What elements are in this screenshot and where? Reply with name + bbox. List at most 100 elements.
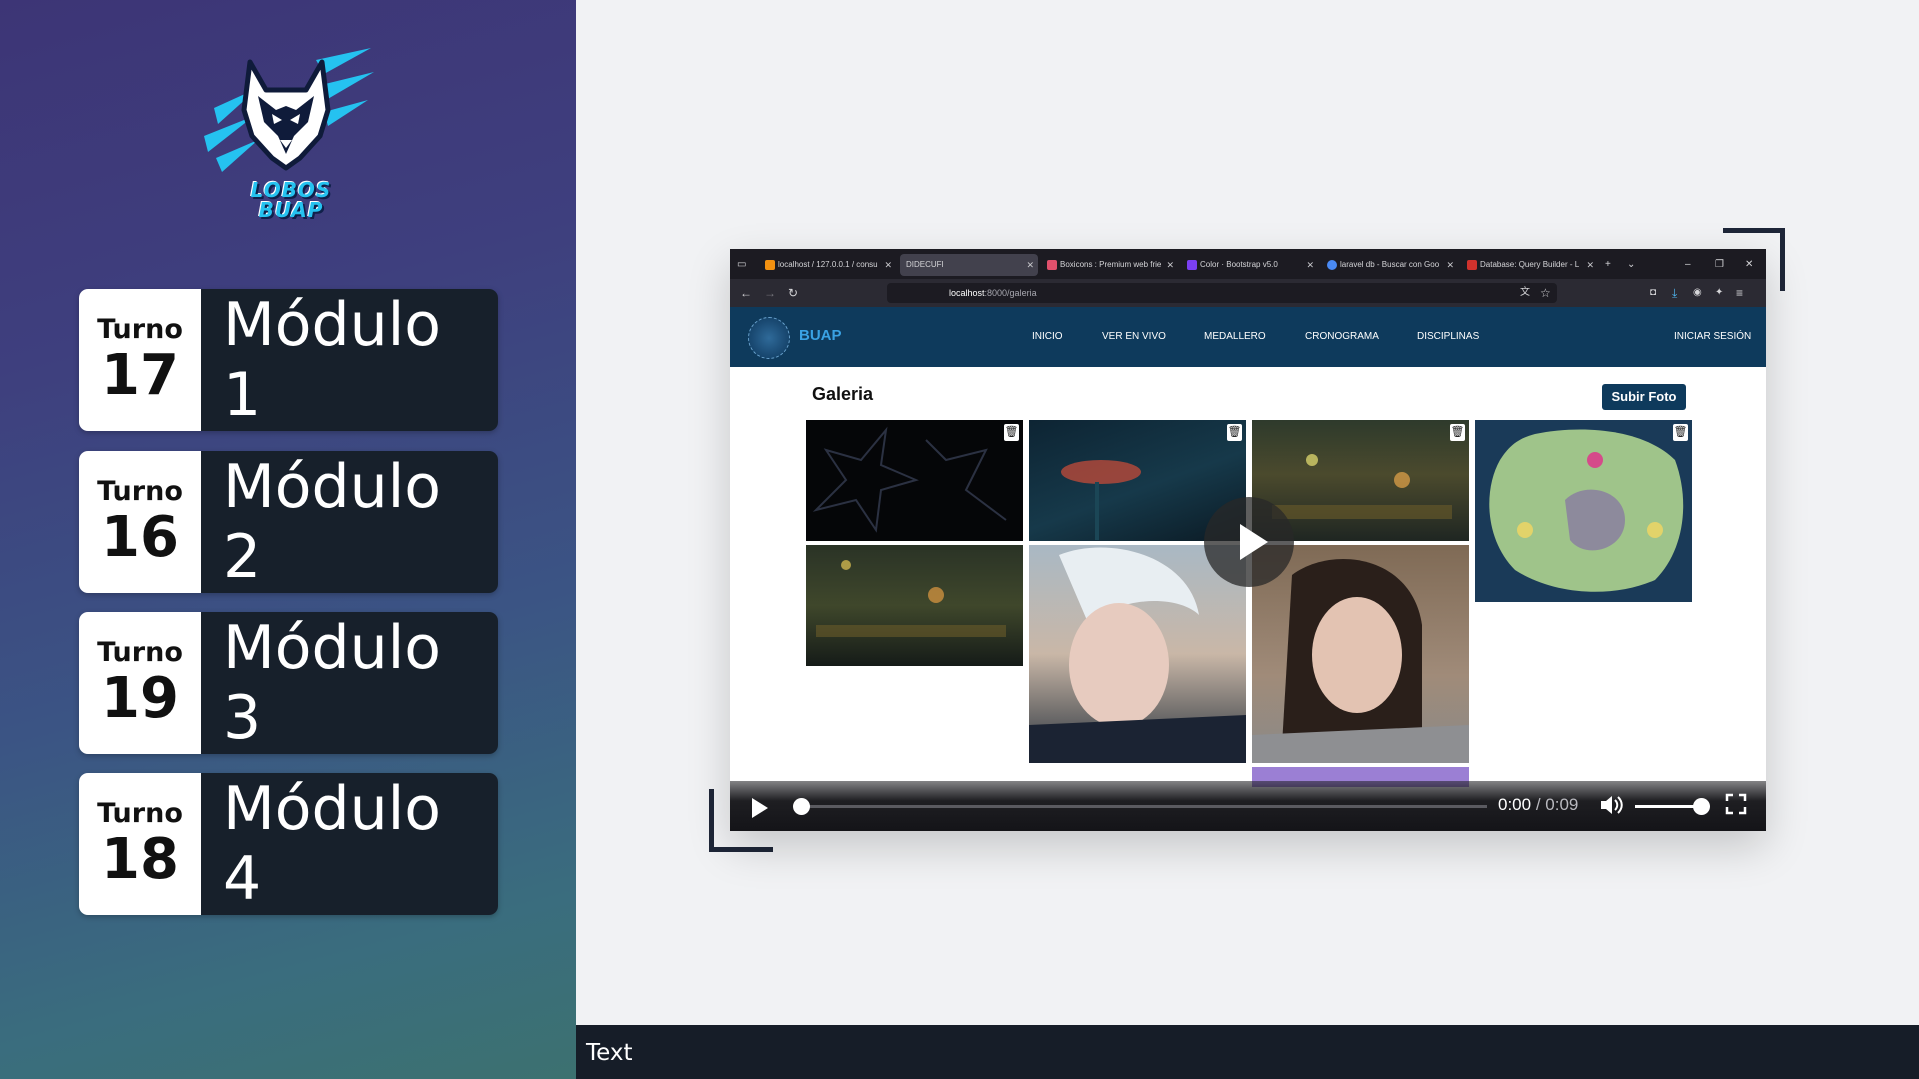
tab-title: Database: Query Builder - L [1480,260,1580,269]
bookmark-star-icon[interactable]: ☆ [1540,283,1551,303]
video-controls: 0:00 / 0:09 [730,781,1766,831]
tab-list-icon[interactable]: ▭ [737,254,746,276]
nav-link-disciplinas[interactable]: DISCIPLINAS [1417,331,1479,342]
browser-tab[interactable]: Database: Query Builder - L ✕ [1462,254,1598,276]
delete-trash-icon[interactable]: 🗑 [1673,424,1688,441]
page-title: Galeria [812,384,874,404]
close-icon[interactable]: ✕ [1026,254,1034,276]
turno-label: Turno [97,798,183,829]
wolf-head-icon [204,48,374,172]
duration: 0:09 [1545,795,1579,814]
close-icon[interactable]: ✕ [884,254,892,276]
browser-url-bar: ← → ↻ localhost:8000/galeria 文 ☆ ◘ ⤓ ◉ ✦… [730,279,1766,307]
volume-slider[interactable] [1635,798,1710,815]
volume-knob[interactable] [1693,798,1710,815]
portrait-photo-image [1029,547,1246,763]
address-field[interactable]: localhost:8000/galeria [887,283,1557,303]
time-separator: / [1535,795,1541,814]
turno-label: Turno [97,476,183,507]
module-card-3[interactable]: Turno 19 Módulo 3 [79,612,498,754]
portrait-photo-image [1252,559,1469,763]
turno-number: 18 [101,827,179,892]
nav-link-medallero[interactable]: MEDALLERO [1204,331,1266,342]
nav-link-login[interactable]: INICIAR SESIÓN [1674,331,1751,342]
back-icon[interactable]: ← [740,283,752,303]
close-icon[interactable]: ✕ [1446,254,1454,276]
delete-trash-icon[interactable]: 🗑 [1227,424,1242,441]
delete-trash-icon[interactable]: 🗑 [1004,424,1019,441]
nav-link-cronograma[interactable]: CRONOGRAMA [1305,331,1379,342]
browser-tab-bar: ▭ localhost / 127.0.0.1 / consu ✕ DIDECU… [730,249,1766,279]
close-window-icon[interactable]: ✕ [1745,254,1753,276]
browser-tab[interactable]: Boxicons : Premium web frie ✕ [1042,254,1178,276]
logo-line-2: BUAP [258,198,324,222]
play-button[interactable] [752,798,768,818]
url-host: localhost [949,288,985,298]
time-display: 0:00 / 0:09 [1498,795,1578,815]
nav-link-ver-en-vivo[interactable]: VER EN VIVO [1102,331,1166,342]
gallery-image[interactable] [806,545,1023,666]
turno-number: 17 [101,343,179,408]
seek-bar[interactable] [793,798,1487,815]
site-navbar: BUAP INICIO VER EN VIVO MEDALLERO CRONOG… [730,307,1766,367]
chevron-down-icon[interactable]: ⌄ [1627,254,1635,276]
module-card-4[interactable]: Turno 18 Módulo 4 [79,773,498,915]
module-name: Módulo 2 [201,451,498,593]
browser-tab[interactable]: localhost / 127.0.0.1 / consu ✕ [760,254,896,276]
upload-photo-button[interactable]: Subir Foto [1602,384,1686,410]
city-night-image [816,560,1006,637]
buap-seal-icon [748,317,790,359]
volume-icon[interactable] [1598,792,1624,818]
browser-tab[interactable]: Color · Bootstrap v5.0 ✕ [1182,254,1318,276]
turno-box: Turno 18 [79,773,201,915]
caption-text: Text [586,1040,633,1066]
game-map-image [1489,429,1684,592]
site-brand[interactable]: BUAP [799,327,842,344]
delete-trash-icon[interactable]: 🗑 [1450,424,1465,441]
seek-knob[interactable] [793,798,810,815]
fullscreen-icon[interactable] [1725,793,1747,815]
close-icon[interactable]: ✕ [1306,254,1314,276]
gallery-image[interactable] [1029,545,1246,763]
translate-icon[interactable]: 文 [1520,283,1530,303]
dark-star-art-image [812,426,1007,533]
laravel-icon [1467,260,1477,270]
reload-icon[interactable]: ↻ [788,283,798,303]
lobos-buap-logo: LOBOS BUAP [196,40,376,230]
browser-tab[interactable]: laravel db - Buscar con Goo ✕ [1322,254,1458,276]
restore-icon[interactable]: ❐ [1715,254,1724,276]
pocket-icon[interactable]: ◘ [1650,283,1656,303]
nav-link-inicio[interactable]: INICIO [1032,331,1063,342]
module-name: Módulo 3 [201,612,498,754]
tab-title: Boxicons : Premium web frie [1060,260,1162,269]
turno-number: 19 [101,666,179,731]
gallery-image[interactable]: 🗑 [1475,420,1692,602]
new-tab-icon[interactable]: + [1605,254,1611,276]
logo-line-1: LOBOS [250,178,332,202]
tab-title: localhost / 127.0.0.1 / consu [778,260,878,269]
extensions-icon[interactable]: ✦ [1715,283,1723,303]
close-icon[interactable]: ✕ [1586,254,1594,276]
minimize-icon[interactable]: – [1685,254,1691,276]
download-icon[interactable]: ⤓ [1672,283,1677,303]
gallery-image[interactable] [1252,545,1469,763]
module-card-1[interactable]: Turno 17 Módulo 1 [79,289,498,431]
video-player[interactable]: ▭ localhost / 127.0.0.1 / consu ✕ DIDECU… [730,249,1766,831]
tab-title: Color · Bootstrap v5.0 [1200,260,1278,269]
turno-number: 16 [101,505,179,570]
google-icon [1327,260,1337,270]
center-play-button[interactable] [1204,497,1294,587]
turno-box: Turno 19 [79,612,201,754]
url-path: :8000/galeria [984,288,1037,298]
logo-text: LOBOS BUAP [236,180,346,220]
turno-label: Turno [97,637,183,668]
account-icon[interactable]: ◉ [1693,283,1702,303]
turno-label: Turno [97,314,183,345]
module-name: Módulo 1 [201,289,498,431]
browser-tab-active[interactable]: DIDECUFI ✕ [900,254,1038,276]
module-card-2[interactable]: Turno 16 Módulo 2 [79,451,498,593]
close-icon[interactable]: ✕ [1166,254,1174,276]
gallery-image[interactable]: 🗑 [806,420,1023,541]
menu-icon[interactable]: ≡ [1736,283,1743,303]
forward-icon[interactable]: → [764,283,776,303]
